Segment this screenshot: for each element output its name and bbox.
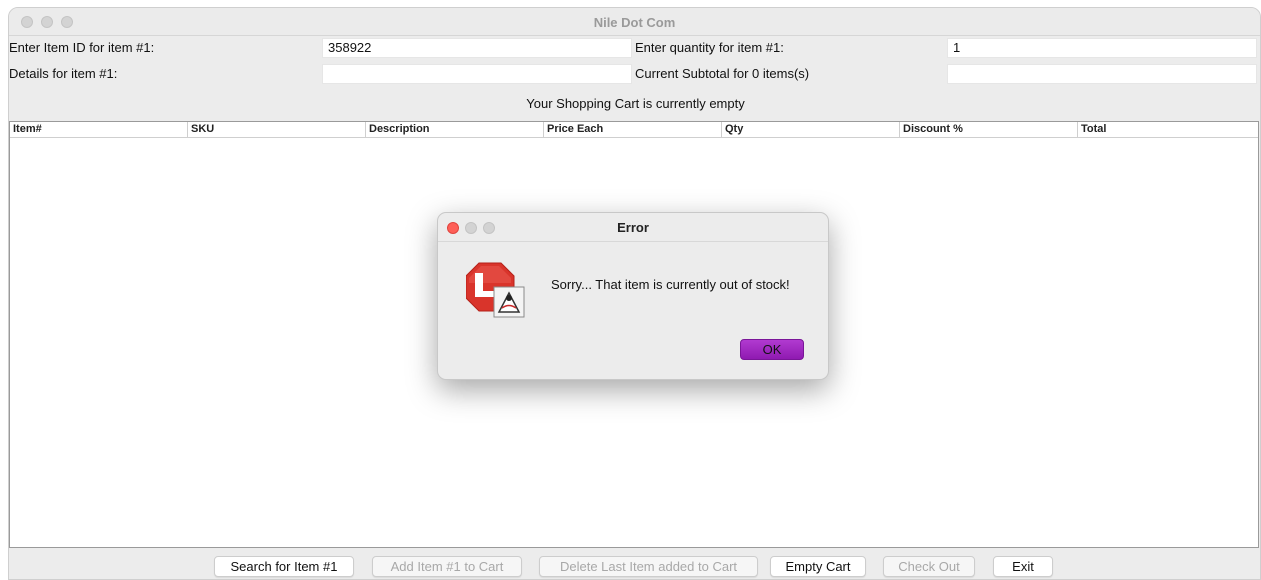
- details-label: Details for item #1:: [9, 66, 118, 81]
- column-header-price-each[interactable]: Price Each: [544, 122, 722, 137]
- exit-button[interactable]: Exit: [993, 556, 1053, 577]
- quantity-label: Enter quantity for item #1:: [635, 40, 784, 55]
- column-header-total[interactable]: Total: [1078, 122, 1256, 137]
- column-header-qty[interactable]: Qty: [722, 122, 900, 137]
- quantity-input[interactable]: 1: [947, 38, 1257, 58]
- subtotal-label: Current Subtotal for 0 items(s): [635, 66, 810, 81]
- column-header-item[interactable]: Item#: [10, 122, 188, 137]
- table-header: Item# SKU Description Price Each Qty Dis…: [10, 122, 1258, 138]
- error-dialog: Error Sorry... That item is currently ou…: [437, 212, 829, 380]
- ok-button[interactable]: OK: [740, 339, 804, 360]
- cart-status-text: Your Shopping Cart is currently empty: [526, 96, 745, 111]
- dialog-title: Error: [617, 220, 649, 235]
- empty-cart-button[interactable]: Empty Cart: [770, 556, 866, 577]
- subtotal-field[interactable]: [947, 64, 1257, 84]
- column-header-discount[interactable]: Discount %: [900, 122, 1078, 137]
- item-id-label: Enter Item ID for item #1:: [9, 40, 155, 55]
- details-row: Details for item #1: Current Subtotal fo…: [9, 63, 1260, 85]
- delete-last-item-button[interactable]: Delete Last Item added to Cart: [539, 556, 758, 577]
- item-id-row: Enter Item ID for item #1: 358922 Enter …: [9, 37, 1260, 59]
- stop-sign-icon: [465, 261, 526, 321]
- column-header-sku[interactable]: SKU: [188, 122, 366, 137]
- button-bar: Search for Item #1 Add Item #1 to Cart D…: [9, 550, 1260, 579]
- search-item-button[interactable]: Search for Item #1: [214, 556, 354, 577]
- title-bar[interactable]: Nile Dot Com: [9, 8, 1260, 36]
- check-out-button[interactable]: Check Out: [883, 556, 975, 577]
- details-field[interactable]: [322, 64, 632, 84]
- item-id-input[interactable]: 358922: [322, 38, 632, 58]
- column-header-description[interactable]: Description: [366, 122, 544, 137]
- add-item-button[interactable]: Add Item #1 to Cart: [372, 556, 522, 577]
- dialog-title-bar[interactable]: Error: [438, 213, 828, 242]
- window-title: Nile Dot Com: [593, 15, 676, 30]
- dialog-message: Sorry... That item is currently out of s…: [551, 277, 790, 292]
